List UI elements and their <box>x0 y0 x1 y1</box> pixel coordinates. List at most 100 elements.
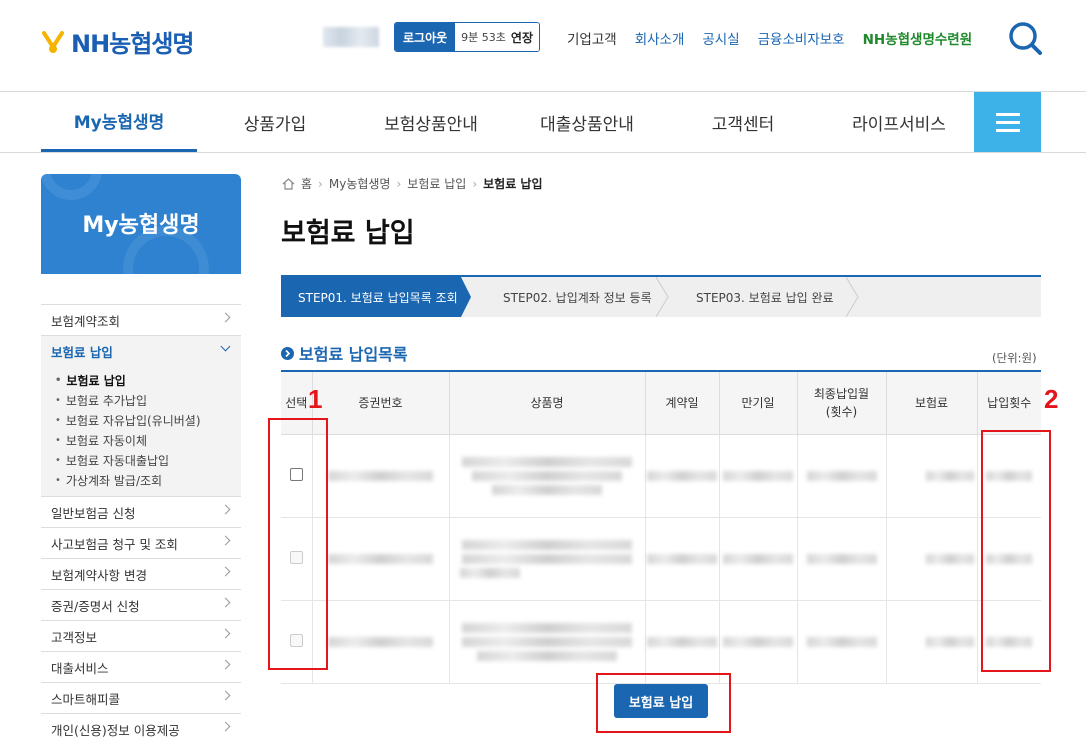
sidebar-item-loan-service[interactable]: 대출서비스 <box>41 651 241 682</box>
section-title-text: 보험료 납입목록 <box>299 345 408 364</box>
table-row <box>281 600 1041 684</box>
sidebar-item-premium-payment[interactable]: 보험료 납입 <box>41 335 241 366</box>
util-link-disclosure[interactable]: 공시실 <box>702 28 739 48</box>
gnb-item-product-join[interactable]: 상품가입 <box>197 92 353 152</box>
gnb-divider-bottom <box>0 152 1086 153</box>
global-nav: My농협생명 상품가입 보험상품안내 대출상품안내 고객센터 라이프서비스 <box>41 92 977 152</box>
contract-date-cell <box>644 600 719 684</box>
sidebar-item-customer-info[interactable]: 고객정보 <box>41 620 241 651</box>
session-timer: 9분 53초 연장 <box>455 23 539 51</box>
chevron-down-icon <box>220 341 231 352</box>
maturity-date-cell <box>718 517 797 601</box>
step-3: STEP03. 보험료 납입 완료 <box>696 290 834 305</box>
product-cell <box>448 517 645 601</box>
logo[interactable]: NH농협생명 <box>41 24 194 59</box>
sidebar-item-certificate[interactable]: 증권/증명서 신청 <box>41 589 241 620</box>
sidebar-item-label: 증권/증명서 신청 <box>51 598 140 614</box>
premium-cell <box>885 600 977 684</box>
sidebar-item-label: 대출서비스 <box>51 660 109 676</box>
chevron-right-icon: › <box>318 176 323 191</box>
chevron-right-icon <box>220 312 231 323</box>
session-time: 9분 53초 <box>461 31 506 44</box>
contract-date-cell <box>644 434 719 518</box>
policy-no-cell <box>311 600 449 684</box>
util-link-training-center[interactable]: NH농협생명수련원 <box>863 28 973 48</box>
sidebar-item-smart-happycall[interactable]: 스마트해피콜 <box>41 682 241 713</box>
util-link-consumer-protection[interactable]: 금융소비자보호 <box>758 28 845 48</box>
sidebar-item-personal-info[interactable]: 개인(신용)정보 이용제공 <box>41 713 241 744</box>
chevron-right-icon <box>220 721 231 732</box>
menu-icon[interactable] <box>974 92 1041 152</box>
col-header-product: 상품명 <box>448 371 645 435</box>
sidebar-item-label: 사고보험금 청구 및 조회 <box>51 536 178 552</box>
sidebar-item-label: 보험계약사항 변경 <box>51 567 147 583</box>
chevron-right-icon <box>220 659 231 670</box>
gnb-item-my[interactable]: My농협생명 <box>41 92 197 152</box>
sidebar-banner-title: My농협생명 <box>82 213 200 238</box>
sidebar-item-general-claim[interactable]: 일반보험금 신청 <box>41 496 241 527</box>
maturity-date-cell <box>718 434 797 518</box>
chevron-right-icon <box>220 504 231 515</box>
gnb-item-loan-products[interactable]: 대출상품안내 <box>509 92 665 152</box>
sidebar-item-label: 일반보험금 신청 <box>51 505 136 521</box>
breadcrumb-my[interactable]: My농협생명 <box>329 175 391 192</box>
unit-label: (단위:원) <box>992 351 1037 365</box>
sidebar-item-contract-change[interactable]: 보험계약사항 변경 <box>41 558 241 589</box>
step-divider-icon <box>846 277 859 317</box>
gnb-item-insurance-products[interactable]: 보험상품안내 <box>353 92 509 152</box>
col-header-policy-no: 증권번호 <box>311 371 449 435</box>
logout-button[interactable]: 로그아웃 <box>395 23 456 51</box>
last-paid-cell <box>796 517 886 601</box>
col-header-last-paid: 최종납입월 (횟수) <box>796 371 886 435</box>
home-icon[interactable] <box>282 177 295 190</box>
contract-date-cell <box>644 517 719 601</box>
product-cell <box>448 600 645 684</box>
search-icon[interactable] <box>1008 21 1042 55</box>
sidebar-item-label: 보험계약조회 <box>51 313 121 329</box>
sidebar-sub-virtual-account[interactable]: 가상계좌 발급/조회 <box>55 470 241 490</box>
col-header-maturity-date: 만기일 <box>718 371 797 435</box>
premium-table: 선택 증권번호 상품명 계약일 만기일 최종납입월 (횟수) 보험료 납입횟수 <box>281 370 1041 684</box>
gnb-item-life-service[interactable]: 라이프서비스 <box>821 92 977 152</box>
last-paid-cell <box>796 600 886 684</box>
sidebar-banner: My농협생명 <box>41 174 241 274</box>
logo-mark-icon <box>42 30 64 53</box>
breadcrumb-premium[interactable]: 보험료 납입 <box>407 175 466 192</box>
chevron-right-icon <box>220 690 231 701</box>
step-2: STEP02. 납입계좌 정보 등록 <box>503 290 652 305</box>
table-row <box>281 434 1041 518</box>
sidebar-sub-auto-transfer[interactable]: 보험료 자동이체 <box>55 430 241 450</box>
chevron-right-icon <box>220 628 231 639</box>
col-header-pay-count: 납입횟수 <box>976 371 1041 435</box>
session-controls: 로그아웃 9분 53초 연장 <box>394 22 540 52</box>
breadcrumb-home[interactable]: 홈 <box>301 175 312 192</box>
sidebar-item-accident-claim[interactable]: 사고보험금 청구 및 조회 <box>41 527 241 558</box>
sidebar-sub-premium-payment[interactable]: 보험료 납입 <box>55 370 241 390</box>
user-name-blurred <box>323 27 379 47</box>
util-link-company[interactable]: 회사소개 <box>635 28 685 48</box>
annotation-box-2 <box>981 430 1051 672</box>
col-header-premium: 보험료 <box>885 371 977 435</box>
util-link-corporate[interactable]: 기업고객 <box>567 28 617 48</box>
circle-arrow-icon <box>281 346 294 360</box>
premium-cell <box>885 434 977 518</box>
sidebar-sub-auto-loan-payment[interactable]: 보험료 자동대출납입 <box>55 450 241 470</box>
sidebar-sub-free-payment[interactable]: 보험료 자유납입(유니버셜) <box>55 410 241 430</box>
chevron-right-icon: › <box>396 176 402 191</box>
table-row <box>281 517 1041 601</box>
gnb-item-customer-center[interactable]: 고객센터 <box>665 92 821 152</box>
sidebar-item-label: 개인(신용)정보 이용제공 <box>51 722 180 738</box>
extend-button[interactable]: 연장 <box>511 29 533 46</box>
annotation-number-1: 1 <box>308 384 323 414</box>
col-header-contract-date: 계약일 <box>644 371 719 435</box>
sidebar-item-contract-inquiry[interactable]: 보험계약조회 <box>41 304 241 335</box>
last-paid-cell <box>796 434 886 518</box>
sidebar-submenu: 보험료 납입 보험료 추가납입 보험료 자유납입(유니버셜) 보험료 자동이체 … <box>41 366 241 496</box>
product-cell <box>448 434 645 518</box>
utility-nav: 기업고객 회사소개 공시실 금융소비자보호 NH농협생명수련원 <box>567 28 972 48</box>
policy-no-cell <box>311 517 449 601</box>
step-indicator: STEP01. 보험료 납입목록 조회 STEP02. 납입계좌 정보 등록 S… <box>281 275 1041 317</box>
page-title: 보험료 납입 <box>281 218 415 249</box>
logo-text: NH농협생명 <box>71 30 194 58</box>
sidebar-sub-additional-payment[interactable]: 보험료 추가납입 <box>55 390 241 410</box>
